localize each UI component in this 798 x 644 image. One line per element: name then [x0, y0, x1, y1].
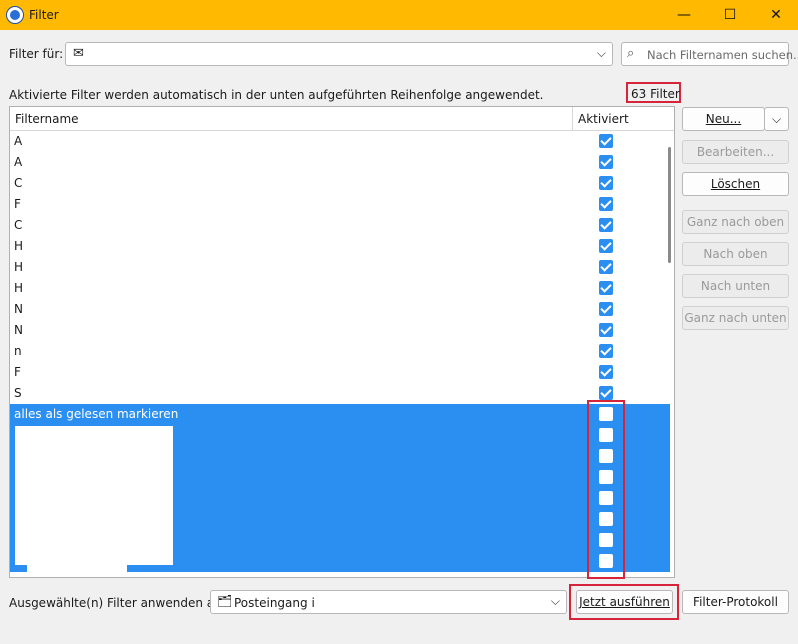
run-now-button[interactable]: Jetzt ausführen: [576, 590, 673, 614]
move-down-button[interactable]: Nach unten: [682, 274, 789, 298]
column-separator[interactable]: [572, 107, 573, 130]
column-header-active[interactable]: Aktiviert: [578, 112, 629, 126]
filter-list[interactable]: Filtername Aktiviert A A C F C H H H N Nn F Salles …: [9, 106, 675, 578]
enabled-checkbox[interactable]: [599, 176, 613, 190]
folder-account-redacted: [314, 593, 412, 611]
apply-folder-select[interactable]: 🗂 Posteingang in ⌵: [210, 590, 567, 614]
window-title: Filter: [29, 8, 59, 22]
folder-name: Posteingang in: [234, 596, 323, 610]
table-row[interactable]: F: [10, 194, 670, 215]
table-row[interactable]: C: [10, 215, 670, 236]
filter-name: N: [14, 302, 23, 316]
table-row[interactable]: A: [10, 131, 670, 152]
filter-name: H: [14, 239, 24, 253]
filter-name: C: [14, 176, 23, 190]
filter-name: S: [14, 386, 22, 400]
table-row[interactable]: N: [10, 299, 670, 320]
account-name-redacted: [90, 45, 178, 63]
thunderbird-icon: [7, 7, 23, 23]
filter-count: 63 Filter: [631, 87, 680, 101]
enabled-checkbox[interactable]: [599, 344, 613, 358]
enabled-checkbox[interactable]: [599, 365, 613, 379]
edit-filter-button[interactable]: Bearbeiten...: [682, 140, 789, 164]
filter-name: F: [14, 365, 21, 379]
chevron-down-icon: ⌵: [771, 112, 782, 126]
minimize-button[interactable]: —: [661, 0, 707, 30]
table-row[interactable]: S: [10, 383, 670, 404]
filter-for-label: Filter für:: [9, 47, 64, 61]
enabled-checkbox[interactable]: [599, 260, 613, 274]
filter-name: N: [14, 323, 23, 337]
table-row[interactable]: H: [10, 257, 670, 278]
maximize-button[interactable]: ☐: [707, 0, 753, 30]
redacted-names-tail: [27, 563, 127, 573]
filter-name: A: [14, 155, 23, 169]
list-header: Filtername Aktiviert: [10, 107, 674, 131]
new-filter-dropdown-button[interactable]: ⌵: [764, 107, 789, 131]
enabled-checkbox[interactable]: [599, 197, 613, 211]
table-row[interactable]: H: [10, 278, 670, 299]
column-header-name[interactable]: Filtername: [15, 112, 79, 126]
inbox-icon: 🗂: [217, 594, 233, 608]
filter-search-input[interactable]: ⌕ Nach Filternamen suchen...: [621, 42, 798, 66]
enabled-checkbox[interactable]: [599, 134, 613, 148]
delete-filter-button[interactable]: Löschen: [682, 172, 789, 196]
table-row[interactable]: C: [10, 173, 670, 194]
unchecked-boxes-highlight: [587, 400, 625, 579]
filter-name: F: [14, 197, 21, 211]
list-scrollbar[interactable]: [668, 147, 671, 263]
table-row[interactable]: n: [10, 341, 670, 362]
enabled-checkbox[interactable]: [599, 155, 613, 169]
filter-log-button[interactable]: Filter-Protokoll: [682, 590, 789, 614]
chevron-down-icon: ⌵: [596, 46, 606, 60]
move-to-top-button[interactable]: Ganz nach oben: [682, 210, 789, 234]
move-to-bottom-button[interactable]: Ganz nach unten: [682, 306, 789, 330]
new-filter-button[interactable]: Neu...: [682, 107, 765, 131]
enabled-checkbox[interactable]: [599, 302, 613, 316]
title-bar: Filter — ☐ ✕: [0, 0, 798, 30]
enabled-checkbox[interactable]: [599, 281, 613, 295]
search-placeholder: Nach Filternamen suchen...: [647, 48, 798, 62]
table-row[interactable]: N: [10, 320, 670, 341]
search-icon: ⌕: [627, 46, 635, 61]
table-row[interactable]: A: [10, 152, 670, 173]
close-button[interactable]: ✕: [753, 0, 798, 30]
filter-name: H: [14, 260, 24, 274]
enabled-checkbox[interactable]: [599, 386, 613, 400]
table-row[interactable]: alles als gelesen markieren: [10, 404, 670, 425]
enabled-checkbox[interactable]: [599, 239, 613, 253]
apply-to-label: Ausgewählte(n) Filter anwenden auf:: [9, 596, 230, 610]
enabled-checkbox[interactable]: [599, 323, 613, 337]
chevron-down-icon: ⌵: [550, 594, 560, 608]
table-row[interactable]: F: [10, 362, 670, 383]
filter-name: C: [14, 218, 23, 232]
table-row[interactable]: H: [10, 236, 670, 257]
move-up-button[interactable]: Nach oben: [682, 242, 789, 266]
mail-account-icon: ✉: [73, 46, 84, 61]
info-text: Aktivierte Filter werden automatisch in …: [9, 88, 544, 102]
filter-name: n: [14, 344, 22, 358]
redacted-names: [15, 426, 173, 565]
filter-name: A: [14, 134, 23, 148]
filter-name: H: [14, 281, 24, 295]
account-select[interactable]: ✉ ⌵: [65, 42, 613, 66]
enabled-checkbox[interactable]: [599, 218, 613, 232]
filter-name: alles als gelesen markieren: [14, 407, 179, 421]
